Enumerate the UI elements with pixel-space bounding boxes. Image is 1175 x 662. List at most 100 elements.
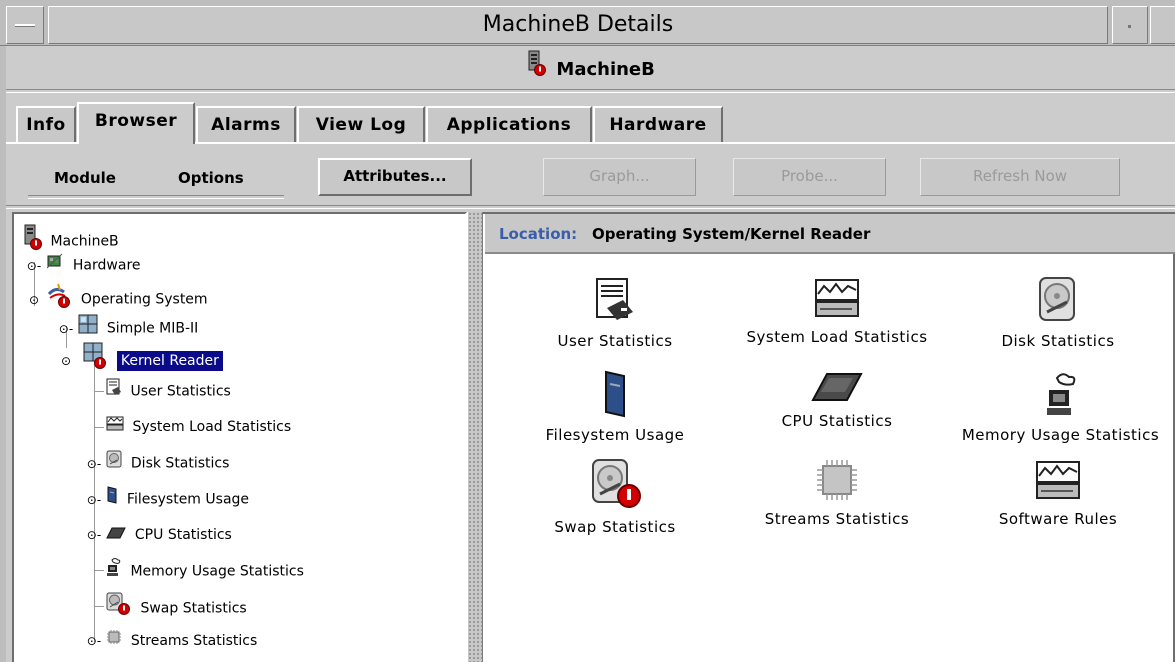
- grid-item-disk-statistics[interactable]: Disk Statistics: [978, 276, 1138, 350]
- expanded-expander-icon[interactable]: ⊙: [58, 348, 74, 374]
- collapsed-expander-icon[interactable]: ⊙‐: [86, 628, 102, 654]
- tree-item-label: Simple MIB-II: [106, 320, 199, 337]
- grid-item-swap-statistics[interactable]: Swap Statistics: [525, 458, 705, 536]
- server-icon: [526, 50, 547, 90]
- load-stats-icon: [106, 414, 124, 440]
- tree-item-label: Operating System: [80, 291, 208, 308]
- probe-button[interactable]: Probe...: [733, 158, 886, 196]
- user-stats-icon: [106, 378, 122, 405]
- grid-item-system-load-statistics[interactable]: System Load Statistics: [722, 276, 952, 346]
- tree-item-label: CPU Statistics: [134, 527, 232, 543]
- tree-item-label: Memory Usage Statistics: [130, 563, 304, 580]
- grid-item-label: Disk Statistics: [1001, 332, 1115, 350]
- grid-item-software-rules[interactable]: Software Rules: [978, 458, 1138, 528]
- rules-icon: [1033, 458, 1083, 506]
- options-menu[interactable]: Options: [178, 168, 244, 188]
- host-header: MachineB: [6, 50, 1175, 88]
- tree-item-label: Swap Statistics: [140, 600, 247, 617]
- module-icon: [78, 314, 98, 343]
- user-stats-icon: [591, 276, 639, 328]
- tree-item-operating-system[interactable]: ⊙ Operating System: [26, 282, 208, 308]
- tab-applications[interactable]: Applications: [426, 106, 592, 142]
- collapsed-expander-icon[interactable]: ⊙‐: [26, 253, 42, 279]
- grid-item-label: User Statistics: [557, 332, 673, 350]
- grid-item-filesystem-usage[interactable]: Filesystem Usage: [525, 370, 705, 444]
- module-menu[interactable]: Module: [54, 168, 116, 188]
- divider: [6, 205, 1175, 209]
- grid-item-user-statistics[interactable]: User Statistics: [525, 276, 705, 350]
- tree-connector: [94, 427, 104, 428]
- filesystem-icon: [600, 370, 630, 422]
- tree-item-swap-statistics[interactable]: Swap Statistics: [106, 592, 247, 618]
- grid-item-label: Streams Statistics: [764, 510, 910, 528]
- minimize-button[interactable]: [1112, 6, 1148, 44]
- window-menu-button[interactable]: [6, 6, 44, 44]
- grid-item-label: Memory Usage Statistics: [961, 426, 1160, 444]
- window-title[interactable]: MachineB Details: [48, 6, 1108, 44]
- collapsed-expander-icon[interactable]: ⊙‐: [86, 451, 102, 477]
- location-path: Operating System/Kernel Reader: [591, 225, 871, 243]
- streams-icon: [815, 458, 859, 506]
- tree-item-memory-usage-statistics[interactable]: Memory Usage Statistics: [106, 557, 304, 583]
- grid-item-memory-usage-statistics[interactable]: Memory Usage Statistics: [946, 370, 1175, 444]
- collapsed-expander-icon[interactable]: ⊙‐: [58, 316, 74, 342]
- streams-icon: [106, 628, 122, 654]
- refresh-now-button[interactable]: Refresh Now: [920, 158, 1120, 196]
- disk-icon: [106, 450, 122, 477]
- memory-icon: [106, 557, 122, 586]
- location-bar: Location: Operating System/Kernel Reader: [485, 214, 1175, 254]
- tree-panel[interactable]: MachineB ⊙‐ Hardware ⊙ Operating System: [12, 212, 467, 662]
- tree-item-machineb[interactable]: MachineB: [22, 224, 119, 250]
- host-name: MachineB: [556, 59, 655, 80]
- tree-item-disk-statistics[interactable]: ⊙‐ Disk Statistics: [86, 450, 229, 476]
- tree-item-kernel-reader[interactable]: ⊙ Kernel Reader: [58, 342, 223, 371]
- tree-item-hardware[interactable]: ⊙‐ Hardware: [26, 252, 141, 278]
- graph-button[interactable]: Graph...: [543, 158, 696, 196]
- tree-connector: [94, 606, 104, 607]
- os-icon: [46, 282, 72, 317]
- tree-item-filesystem-usage[interactable]: ⊙‐ Filesystem Usage: [86, 486, 249, 512]
- tree-item-label: Disk Statistics: [130, 455, 230, 472]
- collapsed-expander-icon[interactable]: ⊙‐: [86, 487, 102, 513]
- tree-item-cpu-statistics[interactable]: ⊙‐ CPU Statistics: [86, 522, 232, 548]
- tree-item-label: System Load Statistics: [132, 419, 292, 435]
- grid-item-cpu-statistics[interactable]: CPU Statistics: [722, 370, 952, 430]
- tree-item-streams-statistics[interactable]: ⊙‐ Streams Statistics: [86, 628, 257, 654]
- tree-item-label: Kernel Reader: [116, 350, 223, 371]
- disk-icon: [1037, 276, 1079, 328]
- cpu-icon: [106, 522, 127, 548]
- expanded-expander-icon[interactable]: ⊙: [26, 287, 42, 313]
- tree-item-label: MachineB: [50, 233, 119, 250]
- grid-item-label: CPU Statistics: [781, 412, 893, 430]
- cpu-icon: [809, 370, 865, 408]
- attributes-button[interactable]: Attributes...: [318, 158, 472, 196]
- swap-icon: [106, 592, 132, 625]
- tab-browser[interactable]: Browser: [77, 102, 195, 144]
- tree-item-label: Filesystem Usage: [126, 491, 250, 508]
- memory-icon: [1041, 370, 1081, 422]
- swap-icon: [587, 458, 643, 514]
- maximize-button[interactable]: [1150, 6, 1175, 44]
- grid-item-label: System Load Statistics: [746, 328, 928, 346]
- tree-item-label: Streams Statistics: [130, 633, 258, 649]
- tree-item-simple-mib-ii[interactable]: ⊙‐ Simple MIB-II: [58, 314, 198, 340]
- tree-item-user-statistics[interactable]: User Statistics: [106, 378, 231, 404]
- tree-connector: [94, 570, 104, 571]
- tab-alarms[interactable]: Alarms: [196, 106, 296, 142]
- load-stats-icon: [812, 276, 862, 324]
- collapsed-expander-icon[interactable]: ⊙‐: [86, 522, 102, 548]
- hardware-icon: [46, 252, 64, 279]
- location-label: Location:: [499, 225, 578, 243]
- module-icon: [78, 342, 108, 379]
- tab-hardware[interactable]: Hardware: [593, 106, 723, 142]
- splitter-handle[interactable]: [467, 212, 483, 662]
- grid-item-streams-statistics[interactable]: Streams Statistics: [722, 458, 952, 528]
- tree-item-label: User Statistics: [130, 383, 231, 400]
- tab-view-log[interactable]: View Log: [297, 106, 425, 142]
- grid-item-label: Filesystem Usage: [545, 426, 685, 444]
- grid-item-label: Swap Statistics: [554, 518, 676, 536]
- tree-item-system-load-statistics[interactable]: System Load Statistics: [106, 414, 291, 440]
- grid-item-label: Software Rules: [998, 510, 1118, 528]
- tab-info[interactable]: Info: [16, 106, 76, 142]
- tree-connector: [94, 391, 104, 392]
